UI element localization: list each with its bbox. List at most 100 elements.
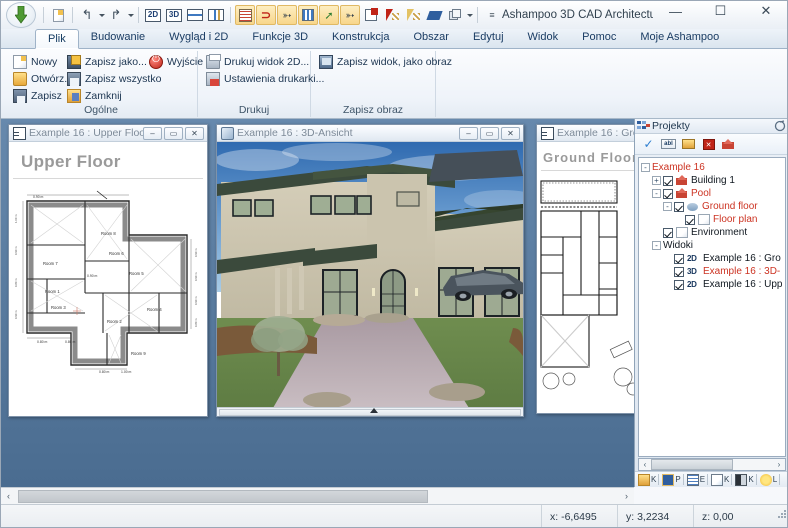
tree-checkbox[interactable] bbox=[674, 253, 684, 264]
hscroll-track[interactable] bbox=[16, 489, 619, 504]
horizontal-split-icon[interactable] bbox=[185, 5, 205, 25]
workspace-hscrollbar[interactable]: ‹ › bbox=[1, 487, 634, 504]
tree-node[interactable]: - Ground floor bbox=[641, 200, 783, 213]
layers-dropdown-icon[interactable] bbox=[467, 13, 473, 17]
apply-check-icon[interactable]: ✓ bbox=[640, 136, 657, 152]
ribbon-tab-obszar[interactable]: Obszar bbox=[402, 28, 461, 48]
tree-node[interactable]: Environment bbox=[641, 226, 783, 239]
tree-node[interactable]: - Pool bbox=[641, 187, 783, 200]
mdi-minimize-button[interactable]: – bbox=[143, 126, 162, 140]
collapse-icon[interactable]: - bbox=[652, 241, 661, 250]
panel-tab-properties[interactable]: K bbox=[711, 473, 734, 486]
ribbon-item-wyjscie[interactable]: Wyjście bbox=[149, 54, 203, 70]
new-document-icon[interactable] bbox=[48, 5, 68, 25]
scroll-right-icon[interactable]: › bbox=[773, 459, 785, 470]
new-folder-icon[interactable] bbox=[680, 136, 697, 152]
panel-tab-objects-catalog[interactable]: K bbox=[638, 473, 661, 486]
ribbon-item-ustawienia-drukarki[interactable]: Ustawienia drukarki... bbox=[206, 71, 324, 87]
grid-icon[interactable] bbox=[235, 5, 255, 25]
tree-node[interactable]: 2D Example 16 : Upp bbox=[641, 278, 783, 291]
layers-icon[interactable] bbox=[445, 5, 465, 25]
view-3d-icon[interactable]: 3D bbox=[164, 5, 184, 25]
tree-node[interactable]: Floor plan bbox=[641, 213, 783, 226]
tree-checkbox[interactable] bbox=[663, 188, 673, 199]
hscroll-thumb[interactable] bbox=[18, 489, 428, 503]
upper-floor-window[interactable]: Example 16 : Upper Floor – ▭ ✕ Upper Flo… bbox=[8, 124, 208, 417]
ribbon-tab-widok[interactable]: Widok bbox=[516, 28, 571, 48]
panel-hscrollbar[interactable]: ‹ › bbox=[638, 458, 786, 471]
polyline-icon[interactable]: ➚ bbox=[319, 5, 339, 25]
upper-floor-canvas[interactable]: Upper Floor Room 8 Room 7 Room 6 Room 5 … bbox=[9, 142, 207, 416]
tree-checkbox[interactable] bbox=[674, 279, 684, 290]
mdi-close-button[interactable]: ✕ bbox=[501, 126, 520, 140]
ribbon-item-zamknij[interactable]: Zamknij bbox=[67, 88, 161, 104]
magnet-snap-icon[interactable]: ⊃ bbox=[256, 5, 276, 25]
3d-view-window[interactable]: Example 16 : 3D-Ansicht – ▭ ✕ bbox=[216, 124, 524, 417]
mdi-title-bar[interactable]: Example 16 : Groun bbox=[537, 125, 634, 142]
tree-checkbox[interactable] bbox=[663, 227, 673, 238]
mdi-restore-button[interactable]: ▭ bbox=[164, 126, 183, 140]
tree-checkbox[interactable] bbox=[685, 214, 695, 225]
ribbon-item-zapisz-widok-jako-obraz[interactable]: Zapisz widok, jako obraz bbox=[319, 54, 452, 70]
scroll-left-icon[interactable]: ‹ bbox=[639, 459, 651, 470]
add-building-icon[interactable] bbox=[720, 136, 737, 152]
ribbon-tab-plik[interactable]: Plik bbox=[35, 29, 79, 49]
3d-view-hscrollbar[interactable] bbox=[217, 407, 523, 416]
tree-checkbox[interactable] bbox=[663, 175, 673, 186]
mdi-close-button[interactable]: ✕ bbox=[185, 126, 204, 140]
redo-dropdown-icon[interactable] bbox=[128, 13, 134, 17]
object-snap-icon[interactable]: ➳ bbox=[277, 5, 297, 25]
panel-tab-project-tree[interactable]: P bbox=[662, 473, 685, 486]
close-button[interactable]: ✕ bbox=[743, 1, 787, 21]
undo-icon[interactable]: ↰ bbox=[77, 5, 97, 25]
panel-tab-lighting[interactable]: L bbox=[759, 473, 782, 486]
scroll-right-icon[interactable]: › bbox=[619, 489, 634, 504]
ribbon-item-drukuj-widok-2d[interactable]: Drukuj widok 2D... bbox=[206, 54, 324, 70]
ground-floor-window[interactable]: Example 16 : Groun Ground Floor bbox=[536, 124, 634, 414]
copy-object-icon[interactable] bbox=[361, 5, 381, 25]
panel-tab-grid-layers[interactable]: E bbox=[686, 473, 710, 486]
tree-node[interactable]: 2D Example 16 : Gro bbox=[641, 252, 783, 265]
ribbon-item-zapisz-jako[interactable]: Zapisz jako... bbox=[67, 54, 161, 70]
ribbon-tab-budowanie[interactable]: Budowanie bbox=[79, 28, 157, 48]
ribbon-tab-moje-ashampoo[interactable]: Moje Ashampoo bbox=[628, 28, 731, 48]
expand-icon[interactable]: + bbox=[652, 176, 661, 185]
scroll-left-icon[interactable]: ‹ bbox=[1, 489, 16, 504]
ribbon-item-otworz[interactable]: Otwórz... bbox=[13, 71, 73, 87]
select-arrow-icon[interactable]: ➳ bbox=[340, 5, 360, 25]
tree-node[interactable]: + Building 1 bbox=[641, 174, 783, 187]
maximize-button[interactable]: ☐ bbox=[698, 1, 743, 21]
mdi-title-bar[interactable]: Example 16 : 3D-Ansicht – ▭ ✕ bbox=[217, 125, 523, 142]
redo-icon[interactable]: ↱ bbox=[106, 5, 126, 25]
3d-render-canvas[interactable] bbox=[217, 142, 523, 416]
tree-checkbox[interactable] bbox=[674, 201, 684, 212]
wall-red-icon[interactable] bbox=[382, 5, 402, 25]
tree-checkbox[interactable] bbox=[674, 266, 684, 277]
ribbon-item-nowy[interactable]: Nowy bbox=[13, 54, 73, 70]
view-2d-icon[interactable]: 2D bbox=[143, 5, 163, 25]
ribbon-tab-konstrukcja[interactable]: Konstrukcja bbox=[320, 28, 401, 48]
panel-tab-textures[interactable]: K bbox=[735, 473, 758, 486]
roof-icon[interactable] bbox=[424, 5, 444, 25]
ribbon-tab-pomoc[interactable]: Pomoc bbox=[570, 28, 628, 48]
mdi-minimize-button[interactable]: – bbox=[459, 126, 478, 140]
qat-customize-icon[interactable]: ≡ bbox=[482, 5, 502, 25]
delete-item-icon[interactable]: ✕ bbox=[700, 136, 717, 152]
pin-icon[interactable] bbox=[774, 120, 787, 132]
tree-node[interactable]: - Example 16 bbox=[641, 161, 783, 174]
ground-floor-canvas[interactable]: Ground Floor bbox=[537, 142, 634, 413]
mdi-title-bar[interactable]: Example 16 : Upper Floor – ▭ ✕ bbox=[9, 125, 207, 142]
resize-grip[interactable] bbox=[773, 505, 787, 527]
application-menu-button[interactable] bbox=[5, 2, 39, 28]
wall-yellow-icon[interactable] bbox=[403, 5, 423, 25]
collapse-icon[interactable]: - bbox=[663, 202, 672, 211]
rename-abl-icon[interactable]: abl bbox=[660, 136, 677, 152]
ribbon-item-zapisz-wszystko[interactable]: Zapisz wszystko bbox=[67, 71, 161, 87]
panel-scroll-thumb[interactable] bbox=[651, 459, 733, 470]
minimize-button[interactable]: — bbox=[653, 1, 698, 21]
guide-lines-icon[interactable] bbox=[298, 5, 318, 25]
ribbon-tab-edytuj[interactable]: Edytuj bbox=[461, 28, 516, 48]
undo-dropdown-icon[interactable] bbox=[99, 13, 105, 17]
project-tree[interactable]: - Example 16 + Building 1- Pool - Ground floor… bbox=[638, 157, 786, 457]
collapse-icon[interactable]: - bbox=[641, 163, 650, 172]
